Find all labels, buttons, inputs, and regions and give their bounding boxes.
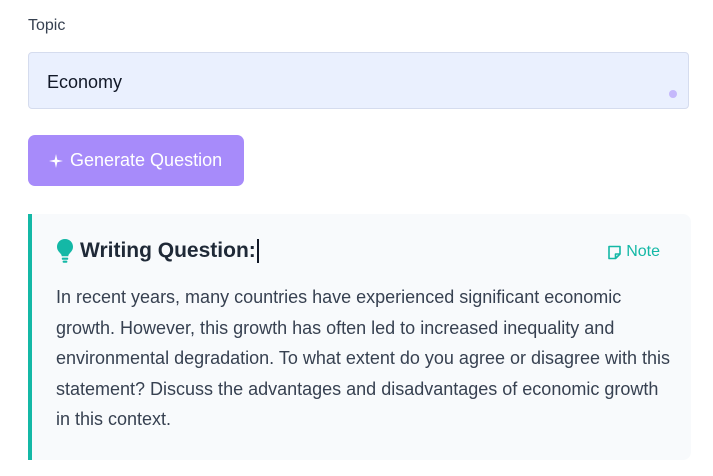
writing-question-card: Writing Question: Note In recent years, … — [28, 214, 691, 460]
generate-question-button[interactable]: Generate Question — [28, 135, 244, 186]
card-header: Writing Question: — [56, 238, 259, 264]
topic-input[interactable]: Economy — [28, 52, 689, 109]
note-icon — [607, 245, 622, 260]
generate-question-label: Generate Question — [70, 150, 223, 170]
note-button[interactable]: Note — [607, 243, 660, 261]
lightbulb-icon — [56, 238, 74, 264]
resize-handle-icon[interactable] — [669, 90, 677, 98]
text-cursor — [256, 239, 259, 263]
topic-label: Topic — [28, 17, 66, 34]
sparkle-icon — [48, 153, 64, 169]
note-label: Note — [626, 243, 660, 260]
card-title: Writing Question: — [80, 239, 256, 262]
topic-input-value[interactable]: Economy — [47, 72, 122, 93]
question-text: In recent years, many countries have exp… — [56, 287, 671, 429]
